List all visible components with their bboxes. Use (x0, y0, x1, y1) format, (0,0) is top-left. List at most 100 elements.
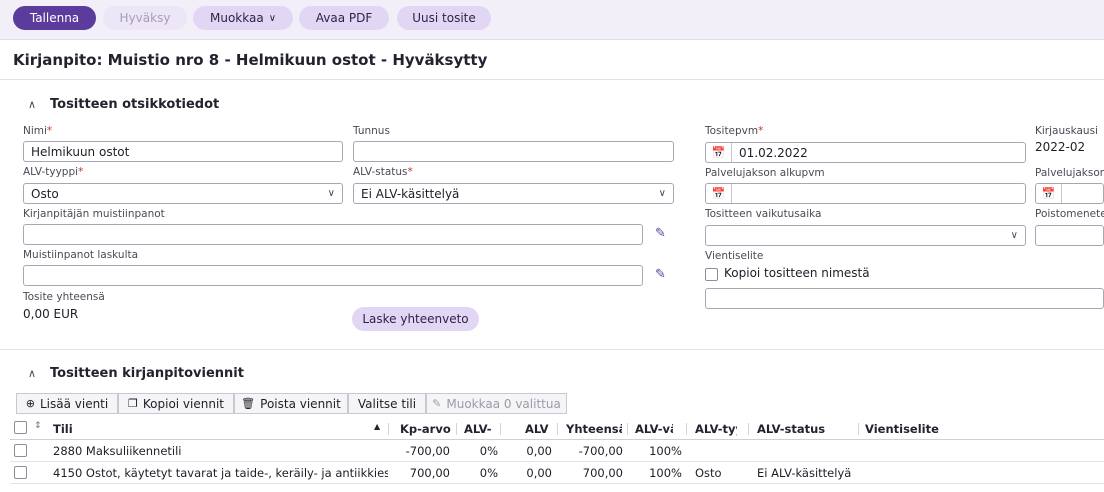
plus-circle-icon: ⊕ (25, 397, 35, 410)
calendar-icon[interactable]: 📅 (706, 184, 732, 203)
save-button[interactable]: Tallenna (13, 6, 96, 30)
period-value: 2022-02 (1035, 140, 1086, 154)
vat-status-select[interactable]: Ei ALV-käsittelyä ∨ (353, 183, 674, 204)
entries-section-title: Tositteen kirjanpitoviennit (50, 365, 244, 381)
entry-description-label: Vientiselite (705, 250, 764, 262)
service-start-input[interactable]: 📅 (705, 183, 1026, 204)
effect-time-label: Tositteen vaikutusaika (705, 208, 822, 220)
chevron-up-icon: ∧ (27, 366, 37, 380)
cell-vat-type: Osto (695, 466, 722, 480)
chevron-down-icon: ∨ (268, 12, 277, 24)
column-header-description[interactable]: Vientiselite (865, 422, 975, 436)
vat-type-label: ALV-tyyppi* (23, 166, 84, 178)
column-header-vat[interactable]: ALV (525, 422, 555, 436)
effect-time-select[interactable]: ∨ (705, 225, 1026, 246)
copy-icon: ❐ (128, 397, 138, 410)
column-header-account[interactable]: Tili (53, 422, 373, 436)
vat-status-label: ALV-status* (353, 166, 413, 178)
chevron-down-icon: ∨ (327, 188, 335, 199)
name-input[interactable]: Helmikuun ostot (23, 141, 343, 162)
header-section-toggle[interactable]: ∧ Tositteen otsikkotiedot (22, 94, 219, 114)
invoice-notes-input[interactable] (23, 265, 643, 286)
cell-kp-value: -700,00 (405, 444, 450, 458)
code-label: Tunnus (353, 125, 390, 137)
sort-ascending-icon[interactable]: ▲ (374, 422, 380, 431)
column-header-kp-value[interactable]: Kp-arvo (400, 422, 452, 436)
cell-kp-value: 700,00 (409, 466, 450, 480)
copy-entries-button[interactable]: ❐ Kopioi viennit (118, 393, 234, 414)
approve-button-label: Hyväksy (119, 11, 171, 25)
cell-total: 700,00 (582, 466, 623, 480)
cell-vat-deduction: 100% (649, 444, 682, 458)
edit-menu-label: Muokkaa (209, 11, 264, 25)
invoice-notes-label: Muistiinpanot laskulta (23, 249, 139, 261)
copy-name-label: Kopioi tositteen nimestä (724, 266, 870, 280)
page-title: Kirjanpito: Muistio nro 8 - Helmikuun os… (13, 51, 488, 69)
add-entry-button[interactable]: ⊕ Lisää vienti (16, 393, 118, 414)
cell-vat: 0,00 (526, 466, 552, 480)
voucher-total-label: Tosite yhteensä (23, 291, 105, 303)
trash-icon: 🗑 (241, 397, 256, 410)
delete-entries-button[interactable]: 🗑 Poista viennit (234, 393, 348, 414)
column-header-vat-status[interactable]: ALV-status (757, 422, 847, 436)
column-header-vat-pct[interactable]: ALV-% (464, 422, 492, 436)
table-row[interactable]: 4150 Ostot, käytetyt tavarat ja taide-, … (10, 462, 1104, 484)
approve-button[interactable]: Hyväksy (103, 6, 187, 30)
depreciation-label: Poistomenetel (1035, 208, 1104, 220)
new-voucher-label: Uusi tosite (412, 11, 476, 25)
entry-description-input[interactable] (705, 288, 1104, 309)
service-start-label: Palvelujakson alkupvm (705, 167, 825, 179)
cell-account: 2880 Maksuliikennetili (53, 444, 182, 458)
row-checkbox[interactable] (14, 466, 27, 479)
name-label: Nimi* (23, 125, 53, 137)
depreciation-select[interactable] (1035, 225, 1104, 246)
column-header-total[interactable]: Yhteensä (566, 422, 622, 436)
calculate-summary-button[interactable]: Laske yhteenveto (352, 307, 479, 331)
select-all-checkbox[interactable] (14, 421, 27, 434)
divider (0, 79, 1104, 80)
edit-selected-button[interactable]: ✎ Muokkaa 0 valittua (426, 393, 567, 414)
cell-vat-pct: 0% (479, 466, 498, 480)
cell-account: 4150 Ostot, käytetyt tavarat ja taide-, … (53, 466, 388, 480)
top-toolbar: Tallenna Hyväksy Muokkaa ∨ Avaa PDF Uusi … (0, 0, 1104, 40)
calendar-icon[interactable]: 📅 (1036, 184, 1062, 203)
vat-status-value: Ei ALV-käsittelyä (361, 186, 460, 201)
name-input-value: Helmikuun ostot (31, 144, 130, 159)
voucher-total-value: 0,00 EUR (23, 307, 79, 321)
new-voucher-button[interactable]: Uusi tosite (397, 6, 491, 30)
select-account-button[interactable]: Valitse tili (348, 393, 426, 414)
cell-vat-pct: 0% (479, 444, 498, 458)
service-end-input[interactable]: 📅 (1035, 183, 1104, 204)
service-end-label: Palvelujakson (1035, 167, 1104, 179)
entries-table-header: ↕ Tili ▲ Kp-arvo ALV-% ALV Yhteensä ALV-… (10, 418, 1104, 440)
code-input[interactable] (353, 141, 674, 162)
voucher-date-input[interactable]: 📅 01.02.2022 (705, 142, 1026, 163)
edit-pencil-icon[interactable]: ✎ (655, 226, 666, 241)
voucher-date-label: Tositepvm* (705, 125, 764, 137)
sort-icon[interactable]: ↕ (34, 421, 42, 431)
edit-menu-button[interactable]: Muokkaa ∨ (193, 6, 293, 30)
edit-pencil-icon[interactable]: ✎ (655, 267, 666, 282)
column-header-vat-type[interactable]: ALV-tyyppi (695, 422, 737, 436)
entries-section-toggle[interactable]: ∧ Tositteen kirjanpitoviennit (22, 363, 244, 383)
header-section-title: Tositteen otsikkotiedot (50, 96, 220, 112)
voucher-date-value: 01.02.2022 (739, 145, 808, 160)
cell-vat-deduction: 100% (649, 466, 682, 480)
vat-type-select[interactable]: Osto ∨ (23, 183, 343, 204)
chevron-down-icon: ∨ (658, 188, 666, 199)
calculate-summary-label: Laske yhteenveto (362, 312, 469, 326)
open-pdf-button[interactable]: Avaa PDF (299, 6, 389, 30)
vat-type-value: Osto (31, 186, 59, 201)
copy-name-checkbox[interactable] (705, 268, 718, 281)
calendar-icon[interactable]: 📅 (706, 143, 732, 162)
open-pdf-label: Avaa PDF (315, 11, 373, 25)
chevron-down-icon: ∨ (1010, 230, 1018, 241)
accountant-notes-label: Kirjanpitäjän muistiinpanot (23, 208, 165, 220)
column-header-vat-deduction[interactable]: ALV-vähennys (635, 422, 673, 436)
cell-vat: 0,00 (526, 444, 552, 458)
table-row[interactable]: 2880 Maksuliikennetili -700,00 0% 0,00 -… (10, 440, 1104, 462)
accountant-notes-input[interactable] (23, 224, 643, 245)
cell-vat-status: Ei ALV-käsittelyä (757, 466, 852, 480)
period-label: Kirjauskausi (1035, 125, 1098, 137)
row-checkbox[interactable] (14, 444, 27, 457)
